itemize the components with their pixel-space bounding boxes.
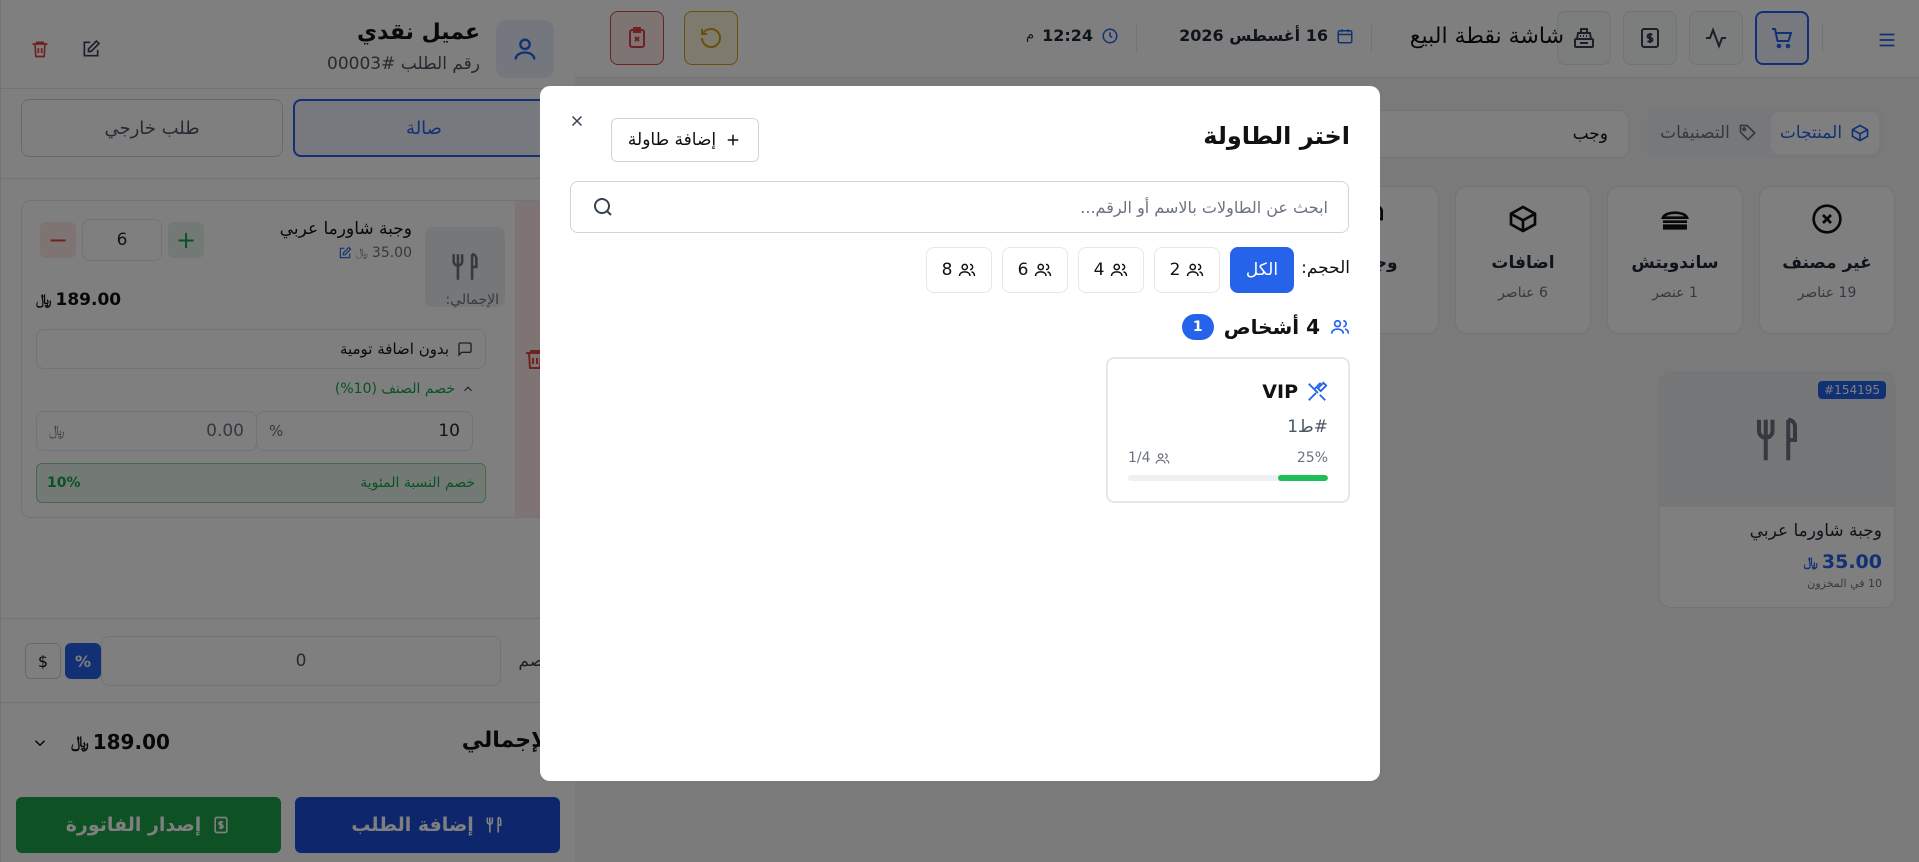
table-group-header: 4 أشخاص 1 [1181,314,1350,340]
table-number: #ط1 [1287,417,1328,437]
table-occupancy-percent: 25% [1296,450,1328,466]
size-filter-label: الحجم: [1301,258,1350,278]
size-filter-2[interactable]: 2 [1154,247,1220,293]
users-icon [1110,261,1128,279]
table-search-input[interactable]: ابحث عن الطاولات بالاسم أو الرقم... [570,181,1349,233]
users-icon [1186,261,1204,279]
size-filter-4[interactable]: 4 [1078,247,1144,293]
occupancy-progress-bar [1128,475,1328,481]
size-filters: الكل 2 4 6 8 [926,247,1294,293]
size-filter-8[interactable]: 8 [926,247,992,293]
add-table-button[interactable]: إضافة طاولة [611,118,759,162]
users-icon [958,261,976,279]
size-filter-6[interactable]: 6 [1002,247,1068,293]
table-card-header: VIP [1262,381,1328,403]
users-icon [1155,451,1170,466]
modal-title: اختر الطاولة [1203,122,1350,150]
table-occupancy: 1/4 [1128,450,1170,466]
size-filter-all[interactable]: الكل [1230,247,1294,293]
users-icon [1034,261,1052,279]
select-table-modal: اختر الطاولة إضافة طاولة ابحث عن الطاولا… [540,86,1380,781]
utensils-crossed-icon [1306,381,1328,403]
search-icon [591,195,615,219]
group-count-badge: 1 [1181,314,1214,340]
users-icon [1330,317,1350,337]
close-icon[interactable] [568,112,586,130]
table-card[interactable]: VIP #ط1 1/4 25% [1106,357,1350,503]
plus-icon [724,131,742,149]
occupancy-progress-fill [1278,475,1328,481]
